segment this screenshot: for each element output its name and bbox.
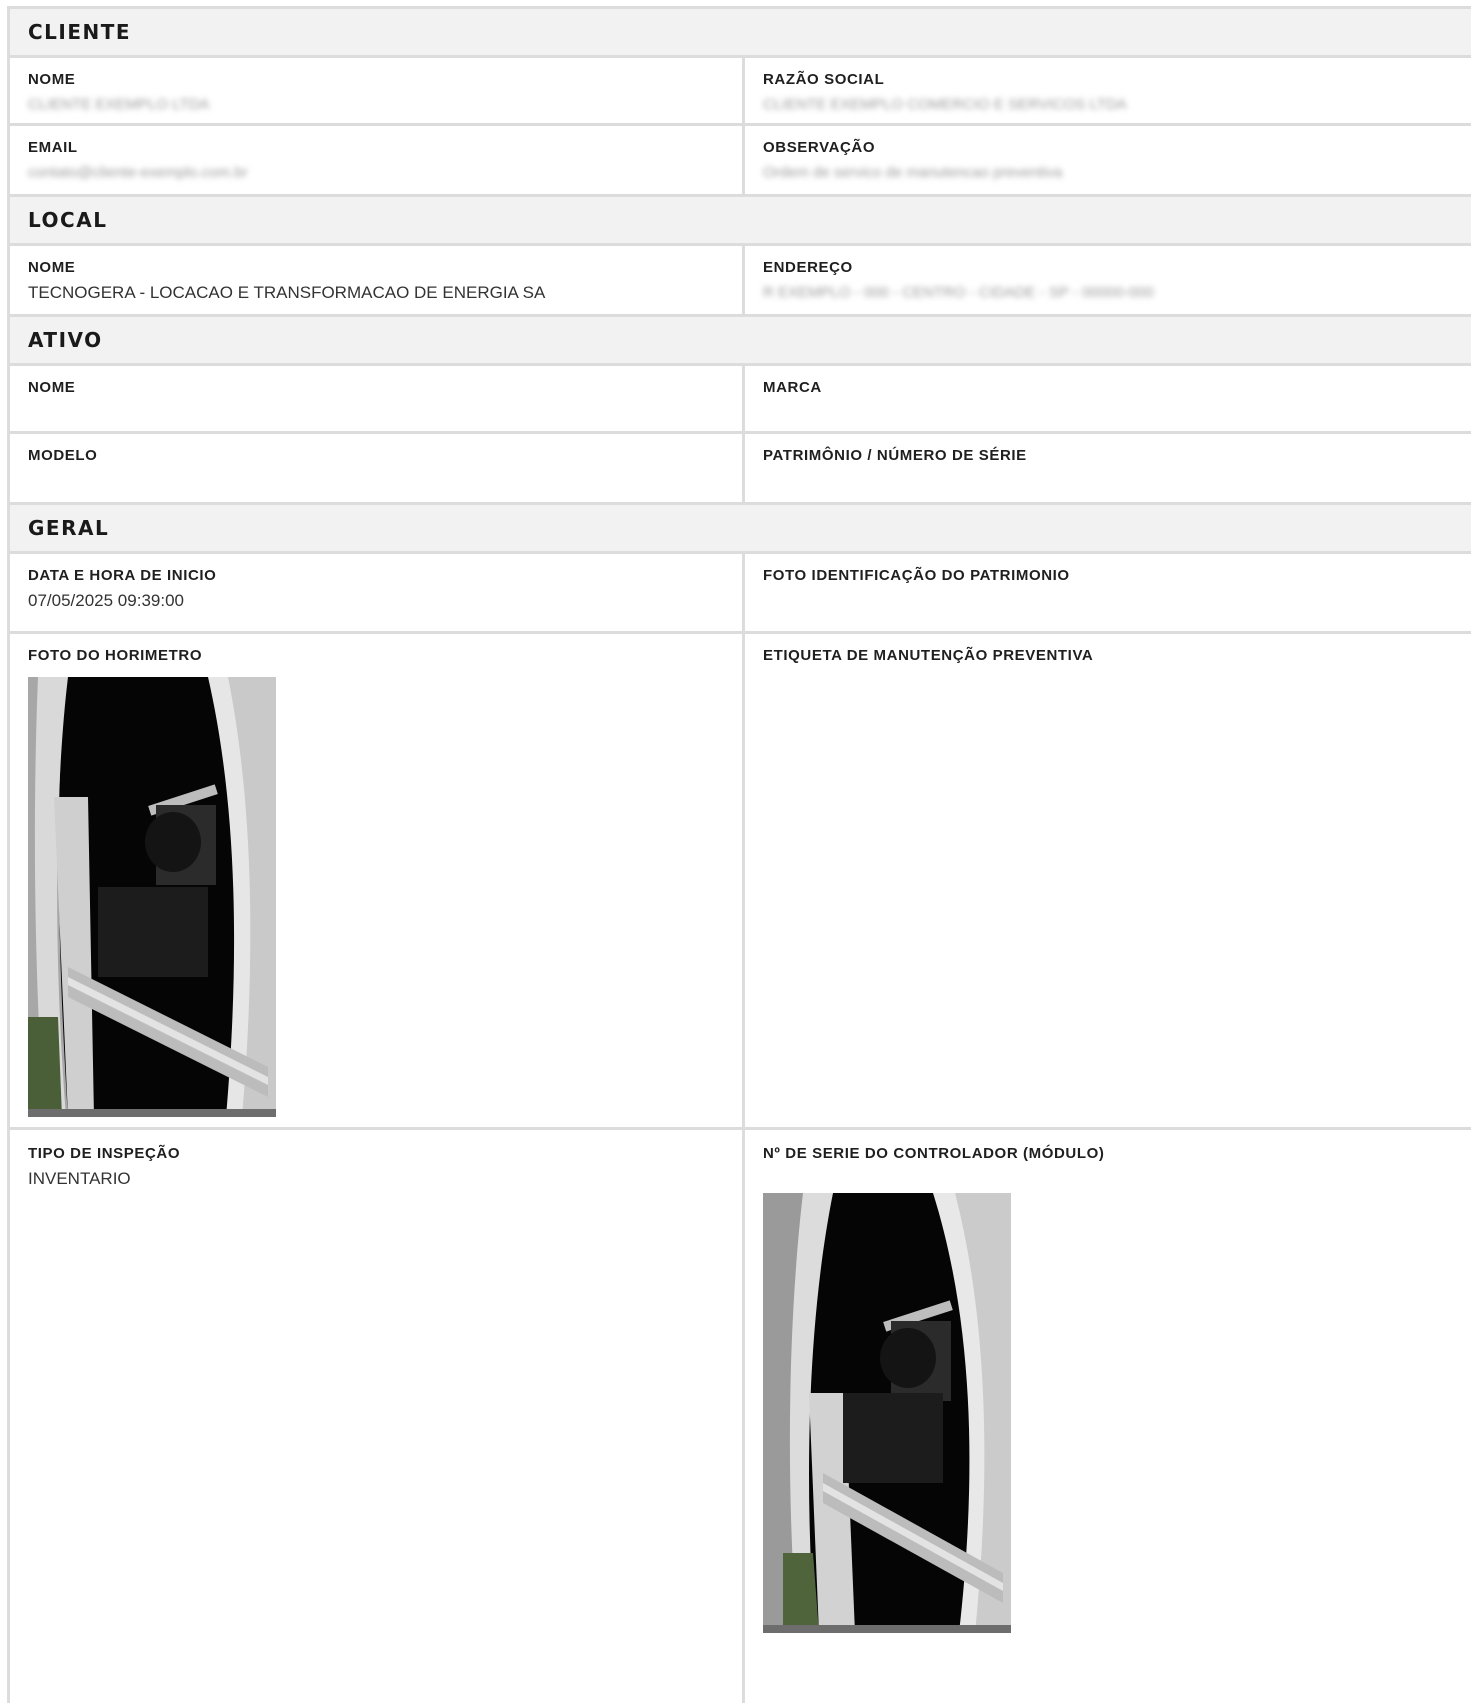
section-cliente-header: CLIENTE <box>7 6 1471 58</box>
field-label: PATRIMÔNIO / NÚMERO DE SÉRIE <box>763 447 1027 464</box>
field-label: DATA E HORA DE INICIO <box>28 567 217 584</box>
field-label: FOTO DO HORIMETRO <box>28 647 203 664</box>
section-title: CLIENTE <box>28 20 132 44</box>
row-geral-2: FOTO DO HORIMETRO ETIQUETA DE MANUTENÇÃO… <box>7 634 1471 1130</box>
section-title: ATIVO <box>28 328 103 352</box>
row-local-1: NOME TECNOGERA - LOCACAO E TRANSFORMACAO… <box>7 246 1471 314</box>
field-modelo: MODELO <box>10 434 745 502</box>
row-geral-3: TIPO DE INSPEÇÃO INVENTARIO Nº DE SERIE … <box>7 1130 1471 1703</box>
field-marca: MARCA <box>745 366 1471 431</box>
field-email: EMAIL contato@cliente-exemplo.com.br <box>10 126 745 194</box>
section-geral-header: GERAL <box>7 502 1471 554</box>
field-patrimonio: PATRIMÔNIO / NÚMERO DE SÉRIE <box>745 434 1471 502</box>
controlador-photo[interactable] <box>763 1193 1011 1633</box>
field-label: FOTO IDENTIFICAÇÃO DO PATRIMONIO <box>763 567 1070 584</box>
row-geral-1: DATA E HORA DE INICIO 07/05/2025 09:39:0… <box>7 554 1471 634</box>
field-serie-controlador: Nº DE SERIE DO CONTROLADOR (MÓDULO) <box>745 1130 1471 1703</box>
photo-image <box>28 677 276 1117</box>
field-label: ETIQUETA DE MANUTENÇÃO PREVENTIVA <box>763 647 1094 664</box>
row-ativo-2: MODELO PATRIMÔNIO / NÚMERO DE SÉRIE <box>7 434 1471 502</box>
field-razao-social: RAZÃO SOCIAL CLIENTE EXEMPLO COMERCIO E … <box>745 58 1471 123</box>
field-label: MODELO <box>28 447 98 464</box>
field-value: 07/05/2025 09:39:00 <box>28 591 184 610</box>
field-label: EMAIL <box>28 139 78 156</box>
service-report: CLIENTE NOME CLIENTE EXEMPLO LTDA RAZÃO … <box>7 6 1471 1703</box>
field-value-redacted: Ordem de servico de manutencao preventiv… <box>763 164 1063 181</box>
section-ativo-header: ATIVO <box>7 314 1471 366</box>
section-title: LOCAL <box>28 208 108 232</box>
field-ativo-nome: NOME <box>10 366 745 431</box>
field-endereco: ENDEREÇO R EXEMPLO - 000 - CENTRO - CIDA… <box>745 246 1471 314</box>
field-value-redacted: CLIENTE EXEMPLO COMERCIO E SERVICOS LTDA <box>763 96 1127 113</box>
field-foto-identificacao: FOTO IDENTIFICAÇÃO DO PATRIMONIO <box>745 554 1471 631</box>
field-value-redacted: R EXEMPLO - 000 - CENTRO - CIDADE - SP -… <box>763 284 1154 301</box>
field-cliente-nome: NOME CLIENTE EXEMPLO LTDA <box>10 58 745 123</box>
field-etiqueta: ETIQUETA DE MANUTENÇÃO PREVENTIVA <box>745 634 1471 1127</box>
section-local-header: LOCAL <box>7 194 1471 246</box>
row-ativo-1: NOME MARCA <box>7 366 1471 434</box>
field-value: TECNOGERA - LOCACAO E TRANSFORMACAO DE E… <box>28 283 546 302</box>
field-value: INVENTARIO <box>28 1169 131 1188</box>
field-label: RAZÃO SOCIAL <box>763 71 885 88</box>
field-local-nome: NOME TECNOGERA - LOCACAO E TRANSFORMACAO… <box>10 246 745 314</box>
field-label: OBSERVAÇÃO <box>763 139 876 156</box>
field-label: NOME <box>28 379 76 396</box>
field-data-inicio: DATA E HORA DE INICIO 07/05/2025 09:39:0… <box>10 554 745 631</box>
section-title: GERAL <box>28 516 110 540</box>
row-cliente-1: NOME CLIENTE EXEMPLO LTDA RAZÃO SOCIAL C… <box>7 58 1471 126</box>
field-label: NOME <box>28 259 76 276</box>
field-foto-horimetro: FOTO DO HORIMETRO <box>10 634 745 1127</box>
photo-image <box>763 1193 1011 1633</box>
field-tipo-inspecao: TIPO DE INSPEÇÃO INVENTARIO <box>10 1130 745 1703</box>
horimetro-photo[interactable] <box>28 677 276 1117</box>
row-cliente-2: EMAIL contato@cliente-exemplo.com.br OBS… <box>7 126 1471 194</box>
field-observacao: OBSERVAÇÃO Ordem de servico de manutenca… <box>745 126 1471 194</box>
field-label: NOME <box>28 71 76 88</box>
field-label: MARCA <box>763 379 822 396</box>
field-value-redacted: contato@cliente-exemplo.com.br <box>28 164 248 181</box>
field-label: Nº DE SERIE DO CONTROLADOR (MÓDULO) <box>763 1145 1105 1162</box>
field-label: ENDEREÇO <box>763 259 853 276</box>
field-value-redacted: CLIENTE EXEMPLO LTDA <box>28 96 210 113</box>
field-label: TIPO DE INSPEÇÃO <box>28 1145 181 1162</box>
